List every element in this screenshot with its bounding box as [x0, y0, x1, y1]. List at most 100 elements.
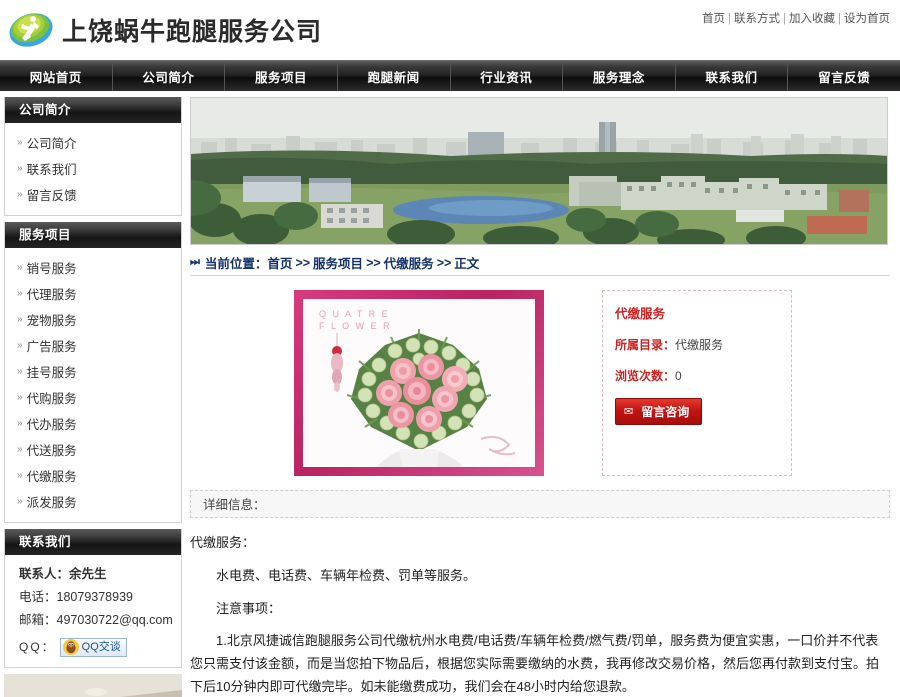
chevron-right-icon: » [17, 391, 23, 403]
sidebar-item-label: 公司简介 [26, 136, 77, 151]
sidebar-block-about: 公司简介 » 公司简介 » 联系我们 » 留言反馈 [4, 97, 182, 216]
chevron-right-icon: » [17, 339, 23, 351]
banner-image [190, 97, 888, 245]
svg-text:F L O W E R: F L O W E R [319, 321, 392, 331]
product-views-row: 浏览次数：0 [615, 367, 781, 384]
sidebar-item-service-1[interactable]: » 代理服务 [5, 280, 181, 306]
top-utility-links: 首页 | 联系方式 | 加入收藏 | 设为首页 [702, 10, 890, 26]
nav-item-services[interactable]: 服务项目 [225, 61, 338, 91]
main-column: ⏭ 当前位置： 首页 >> 服务项目 >> 代缴服务 >> 正文 Q U A T… [182, 91, 900, 697]
article-paragraph-0: 水电费、电话费、车辆年检费、罚单等服务。 [216, 567, 477, 583]
product-image-frame: Q U A T R E F L O W E R [294, 290, 544, 476]
sidebar-item-service-9[interactable]: » 派发服务 [5, 488, 181, 514]
sidebar-item-service-3[interactable]: » 广告服务 [5, 332, 181, 358]
chevron-right-icon: » [17, 162, 23, 174]
nav-item-home[interactable]: 网站首页 [0, 61, 113, 91]
contact-phone-row: 电话：18079378939 [19, 586, 181, 609]
sidebar-item-service-6[interactable]: » 代办服务 [5, 410, 181, 436]
logo-area[interactable]: 上饶蜗牛跑腿服务公司 [0, 10, 322, 50]
contact-qq-row: QQ： QQ交谈 [19, 636, 181, 658]
sidebar-heading-about: 公司简介 [5, 97, 181, 123]
sidebar-item-label: 销号服务 [26, 261, 77, 276]
contact-email-row: 邮箱：497030722@qq.com [19, 609, 181, 632]
chevron-right-icon: » [17, 261, 23, 273]
qq-chat-button[interactable]: QQ交谈 [59, 637, 127, 657]
sidebar-item-label: 代理服务 [26, 287, 77, 302]
contact-email-label: 邮箱： [19, 613, 57, 628]
sidebar-item-label: 广告服务 [26, 339, 77, 354]
product-section: Q U A T R E F L O W E R 代缴服务 所属目录：代缴服务 浏… [190, 290, 890, 476]
contact-qq-label: QQ： [19, 640, 56, 655]
chevron-right-icon: » [17, 365, 23, 377]
chevron-right-icon: » [17, 469, 23, 481]
nav-item-about[interactable]: 公司简介 [113, 61, 226, 91]
chevron-right-icon: » [17, 313, 23, 325]
product-views-value: 0 [675, 369, 682, 383]
link-separator: | [838, 13, 841, 25]
contact-person-value: 余先生 [69, 567, 107, 581]
running-man-logo-icon [9, 13, 53, 47]
sidebar-item-label: 代送服务 [26, 443, 77, 458]
contact-info: 联系人：余先生 电话：18079378939 邮箱：497030722@qq.c… [5, 555, 181, 667]
chevron-right-icon: » [17, 417, 23, 429]
product-image-wrap: Q U A T R E F L O W E R [294, 290, 544, 476]
sidebar-item-label: 派发服务 [26, 495, 77, 510]
product-title: 代缴服务 [615, 307, 666, 321]
contact-email-value: 497030722@qq.com [56, 613, 173, 628]
nav-item-philosophy[interactable]: 服务理念 [563, 61, 676, 91]
product-views-label: 浏览次数： [615, 369, 676, 383]
main-navigation: 网站首页 公司简介 服务项目 跑腿新闻 行业资讯 服务理念 联系我们 留言反馈 [0, 60, 900, 91]
top-link-contact[interactable]: 联系方式 [734, 13, 780, 25]
city-skyline-panorama-icon [191, 98, 887, 244]
sidebar-item-service-0[interactable]: » 销号服务 [5, 254, 181, 280]
breadcrumb: ⏭ 当前位置： 首页 >> 服务项目 >> 代缴服务 >> 正文 [190, 254, 890, 276]
sidebar-item-service-8[interactable]: » 代缴服务 [5, 462, 181, 488]
product-image: Q U A T R E F L O W E R [303, 299, 535, 467]
breadcrumb-item-current: 正文 [454, 257, 480, 271]
top-link-sethome[interactable]: 设为首页 [844, 13, 890, 25]
breadcrumb-separator: >> [295, 255, 311, 270]
breadcrumb-item-home[interactable]: 首页 [267, 253, 292, 272]
sidebar-list-services: » 销号服务 » 代理服务 » 宠物服务 » 广告服务 » 挂号服务 » 代购服务 » 代办服… [5, 248, 181, 522]
contact-phone-value: 18079378939 [56, 590, 133, 605]
sidebar-list-about: » 公司简介 » 联系我们 » 留言反馈 [5, 123, 181, 215]
chevron-right-icon: » [17, 188, 23, 200]
nav-item-industry[interactable]: 行业资讯 [451, 61, 564, 91]
sidebar-item-feedback[interactable]: » 留言反馈 [5, 181, 181, 207]
sidebar-item-label: 宠物服务 [26, 313, 77, 328]
sidebar-block-services: 服务项目 » 销号服务 » 代理服务 » 宠物服务 » 广告服务 » 挂号服务 » 代购服务… [4, 222, 182, 523]
qq-penguin-icon [62, 639, 79, 656]
article-heading: 代缴服务： [190, 535, 256, 550]
product-category-label: 所属目录： [615, 338, 676, 352]
sidebar-item-about[interactable]: » 公司简介 [5, 129, 181, 155]
message-consult-button[interactable]: ✉ 留言咨询 [615, 398, 703, 425]
top-link-home[interactable]: 首页 [702, 13, 725, 25]
sidebar-item-label: 挂号服务 [26, 365, 77, 380]
qq-chat-label: QQ交谈 [81, 641, 121, 654]
chevron-right-icon: » [17, 443, 23, 455]
sidebar-item-label: 联系我们 [26, 162, 77, 177]
article-body: 代缴服务： 水电费、电话费、车辆年检费、罚单等服务。 注意事项： 1.北京风捷诚… [190, 532, 890, 697]
sidebar-item-service-5[interactable]: » 代购服务 [5, 384, 181, 410]
sidebar: 公司简介 » 公司简介 » 联系我们 » 留言反馈 服务项目 » 销号服务 » 代理服务 … [0, 91, 182, 697]
sidebar-item-label: 代购服务 [26, 391, 77, 406]
nav-item-news[interactable]: 跑腿新闻 [338, 61, 451, 91]
contact-phone-label: 电话： [19, 590, 57, 605]
arrow-right-icon: ⏭ [190, 256, 200, 268]
article-paragraph-2: 1.北京风捷诚信跑腿服务公司代缴杭州水电费/电话费/车辆年检费/燃气费/罚单，服… [190, 633, 880, 694]
sidebar-item-service-2[interactable]: » 宠物服务 [5, 306, 181, 332]
sidebar-heading-services: 服务项目 [5, 222, 181, 248]
nav-item-contact[interactable]: 联系我们 [676, 61, 789, 91]
sidebar-item-contact[interactable]: » 联系我们 [5, 155, 181, 181]
article-paragraph-1: 注意事项： [216, 600, 282, 616]
sidebar-item-service-4[interactable]: » 挂号服务 [5, 358, 181, 384]
product-category-row: 所属目录：代缴服务 [615, 336, 781, 353]
sidebar-item-label: 代办服务 [26, 417, 77, 432]
sidebar-item-service-7[interactable]: » 代送服务 [5, 436, 181, 462]
breadcrumb-item-payment[interactable]: 代缴服务 [384, 253, 434, 272]
breadcrumb-item-services[interactable]: 服务项目 [313, 253, 363, 272]
nav-item-feedback[interactable]: 留言反馈 [788, 61, 900, 91]
top-link-favorite[interactable]: 加入收藏 [789, 13, 835, 25]
svg-text:Q U A T R E: Q U A T R E [319, 309, 390, 319]
contact-person-row: 联系人：余先生 [19, 563, 181, 586]
